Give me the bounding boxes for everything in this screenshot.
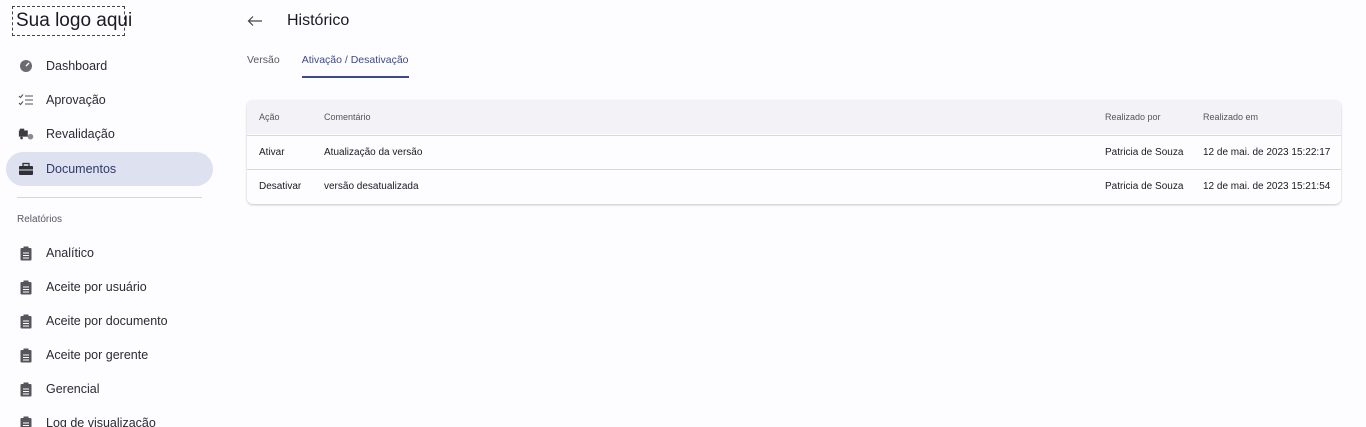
cell-acao: Desativar	[259, 181, 302, 192]
sidebar-item-revalidacao[interactable]: Revalidação	[6, 117, 213, 151]
column-header-comentario[interactable]: Comentário	[324, 112, 371, 122]
sidebar-item-label: Gerencial	[46, 382, 100, 396]
clipboard-icon	[18, 415, 34, 427]
section-label-relatorios: Relatórios	[17, 214, 63, 225]
clipboard-icon	[18, 245, 34, 261]
briefcase-icon	[18, 161, 34, 177]
column-header-realizado-em[interactable]: Realizado em	[1203, 112, 1258, 122]
sidebar-divider	[17, 197, 202, 198]
sidebar-item-label: Analítico	[46, 246, 94, 260]
sidebar-item-aceite-por-usuario[interactable]: Aceite por usuário	[6, 270, 213, 304]
cell-comentario: Atualização da versão	[324, 147, 423, 158]
dashboard-gauge-icon	[18, 58, 34, 74]
column-header-acao[interactable]: Ação	[259, 112, 280, 122]
tabs: Versão Ativação / Desativação	[247, 50, 431, 78]
checklist-icon	[18, 92, 34, 108]
sidebar-item-label: Aprovação	[46, 93, 106, 107]
arrow-left-icon[interactable]	[247, 12, 265, 30]
sidebar-item-label: Dashboard	[46, 59, 108, 73]
sidebar-item-gerencial[interactable]: Gerencial	[6, 372, 213, 406]
table-header-row: Ação Comentário Realizado por Realizado …	[247, 100, 1341, 134]
sidebar: Sua logo aqui Dashboard Aprovação Revali…	[0, 0, 220, 427]
sidebar-item-label: Aceite por documento	[46, 314, 168, 328]
table-row[interactable]: Ativar Atualização da versão Patricia de…	[247, 135, 1341, 169]
cell-realizado-em: 12 de mai. de 2023 15:22:17	[1203, 147, 1331, 158]
sidebar-item-label: Revalidação	[46, 127, 115, 141]
truck-clock-icon	[18, 126, 34, 142]
clipboard-icon	[18, 347, 34, 363]
sidebar-item-dashboard[interactable]: Dashboard	[6, 49, 213, 83]
cell-realizado-em: 12 de mai. de 2023 15:21:54	[1203, 181, 1331, 192]
sidebar-item-label: Aceite por gerente	[46, 348, 149, 362]
sidebar-item-documentos[interactable]: Documentos	[6, 152, 213, 186]
history-table: Ação Comentário Realizado por Realizado …	[247, 100, 1341, 204]
sidebar-item-aceite-por-gerente[interactable]: Aceite por gerente	[6, 338, 213, 372]
sidebar-item-label: Log de visualização	[46, 416, 156, 427]
logo-placeholder[interactable]: Sua logo aqui	[12, 6, 132, 36]
page-header: Histórico	[247, 10, 349, 32]
tab-versao[interactable]: Versão	[247, 50, 280, 78]
table-row[interactable]: Desativar versão desatualizada Patricia …	[247, 169, 1341, 203]
sidebar-item-label: Aceite por usuário	[46, 280, 147, 294]
tab-ativacao-desativacao[interactable]: Ativação / Desativação	[301, 50, 409, 78]
cell-acao: Ativar	[259, 147, 285, 158]
sidebar-item-analitico[interactable]: Analítico	[6, 236, 213, 270]
column-header-realizado-por[interactable]: Realizado por	[1105, 112, 1161, 122]
clipboard-icon	[18, 279, 34, 295]
cell-realizado-por: Patricia de Souza	[1105, 181, 1184, 192]
cell-realizado-por: Patricia de Souza	[1105, 147, 1184, 158]
clipboard-icon	[18, 313, 34, 329]
sidebar-item-log-de-visualizacao[interactable]: Log de visualização	[6, 406, 213, 427]
sidebar-item-aceite-por-documento[interactable]: Aceite por documento	[6, 304, 213, 338]
sidebar-item-aprovacao[interactable]: Aprovação	[6, 83, 213, 117]
page-title: Histórico	[287, 12, 350, 29]
sidebar-item-label: Documentos	[46, 162, 117, 176]
cell-comentario: versão desatualizada	[324, 181, 419, 192]
clipboard-icon	[18, 381, 34, 397]
